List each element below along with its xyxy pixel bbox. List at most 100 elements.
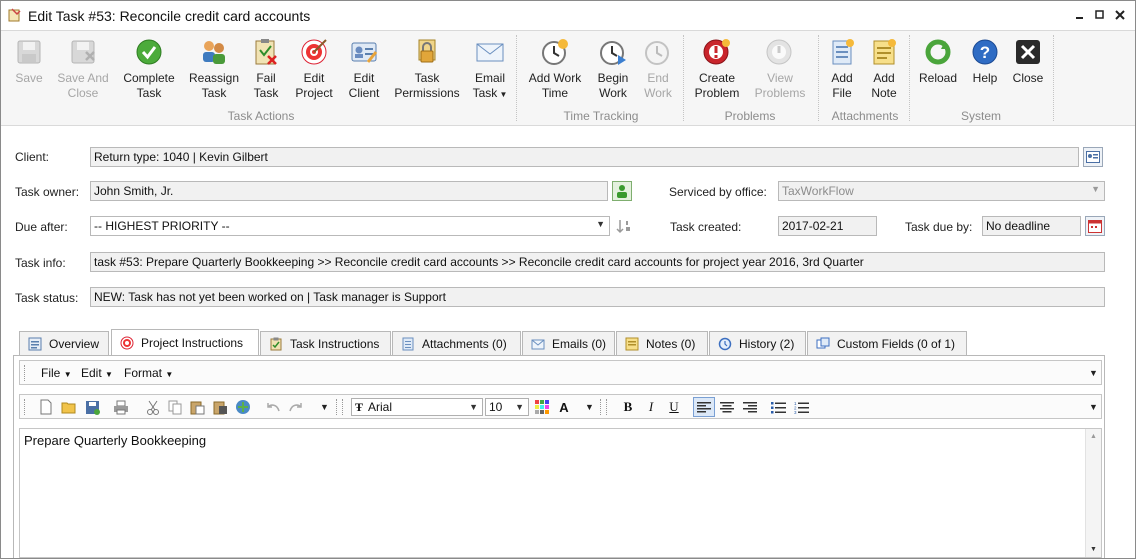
add-note-button[interactable]: Add Note — [867, 37, 901, 101]
paste-icon[interactable] — [189, 399, 205, 415]
editor-content[interactable]: Prepare Quarterly Bookkeeping — [24, 433, 206, 448]
group-separator — [683, 35, 684, 121]
due-date-picker-button[interactable] — [1085, 216, 1105, 236]
save-document-icon[interactable] — [84, 399, 100, 415]
tab-notes[interactable]: Notes (0) — [616, 331, 708, 356]
tab-attachments[interactable]: Attachments (0) — [392, 331, 521, 356]
problem-view-icon — [766, 39, 792, 65]
editor-menu-bar: File ▼ Edit ▼ Format ▼ ▼ — [19, 360, 1102, 385]
instructions-editor[interactable]: Prepare Quarterly Bookkeeping ▲ ▼ — [19, 428, 1102, 558]
chevron-down-icon[interactable]: ▼ — [585, 402, 594, 412]
reload-button[interactable]: Reload — [917, 37, 959, 86]
align-center-icon[interactable] — [719, 399, 735, 415]
font-type-icon: Ŧ — [355, 400, 364, 414]
close-button[interactable]: Close — [1010, 37, 1046, 86]
paste-special-icon[interactable] — [212, 399, 228, 415]
group-separator — [818, 35, 819, 121]
task-status-field[interactable]: NEW: Task has not yet been worked on | T… — [90, 287, 1105, 307]
target-icon — [301, 39, 327, 65]
add-file-button[interactable]: Add File — [827, 37, 857, 101]
task-due-by-field[interactable]: No deadline — [982, 216, 1081, 236]
due-after-select[interactable]: -- HIGHEST PRIORITY -- ▼ — [90, 216, 610, 236]
save-and-close-button[interactable]: Save And Close — [55, 37, 111, 101]
history-icon — [718, 337, 732, 351]
task-permissions-button[interactable]: Task Permissions — [392, 37, 462, 101]
tab-custom-fields[interactable]: Custom Fields (0 of 1) — [807, 331, 967, 356]
toolbar-grip — [24, 399, 27, 415]
italic-icon[interactable]: I — [643, 399, 659, 415]
toolbar-grip — [24, 365, 27, 381]
font-name-select[interactable]: Ŧ Arial ▼ — [351, 398, 483, 416]
undo-icon[interactable] — [265, 399, 281, 415]
align-right-icon[interactable] — [742, 399, 758, 415]
maximize-button[interactable] — [1093, 8, 1107, 22]
fail-task-button[interactable]: Fail Task — [250, 37, 282, 101]
menu-file[interactable]: File ▼ — [41, 366, 72, 380]
add-work-time-button[interactable]: Add Work Time — [525, 37, 585, 101]
tab-task-instructions[interactable]: Task Instructions — [260, 331, 391, 356]
menu-edit[interactable]: Edit ▼ — [81, 366, 113, 380]
editor-format-toolbar: ▼ Ŧ Arial ▼ 10 ▼ A ▼ B I U 123 ▼ — [19, 394, 1102, 419]
align-left-icon[interactable] — [693, 397, 715, 417]
menu-format[interactable]: Format ▼ — [124, 366, 173, 380]
tab-overview[interactable]: Overview — [19, 331, 109, 356]
due-after-label: Due after: — [15, 220, 68, 234]
open-folder-icon[interactable] — [61, 399, 77, 415]
tab-emails[interactable]: Emails (0) — [522, 331, 615, 356]
task-created-field[interactable]: 2017-02-21 — [778, 216, 877, 236]
group-label-time-tracking: Time Tracking — [563, 109, 639, 123]
sort-priority-button[interactable] — [614, 216, 634, 236]
view-problems-button[interactable]: View Problems — [753, 37, 807, 101]
overview-icon — [28, 337, 42, 351]
group-separator — [516, 35, 517, 121]
close-icon — [1016, 40, 1040, 64]
scroll-down-icon[interactable]: ▼ — [1090, 546, 1097, 553]
print-icon[interactable] — [113, 399, 129, 415]
client-field[interactable]: Return type: 1040 | Kevin Gilbert — [90, 147, 1079, 167]
bulleted-list-icon[interactable] — [770, 399, 786, 415]
serviced-by-office-select[interactable]: TaxWorkFlow ▼ — [778, 181, 1105, 201]
client-card-button[interactable] — [1083, 147, 1103, 167]
chevron-down-icon: ▼ — [515, 402, 524, 412]
toolbar-overflow-icon[interactable]: ▼ — [1089, 402, 1098, 412]
email-task-button[interactable]: Email Task ▼ — [471, 37, 509, 102]
floppy-disk-icon — [17, 40, 41, 64]
redo-icon[interactable] — [288, 399, 304, 415]
owner-lookup-button[interactable] — [612, 181, 632, 201]
group-label-attachments: Attachments — [831, 109, 899, 123]
edit-client-button[interactable]: Edit Client — [345, 37, 383, 101]
font-size-select[interactable]: 10 ▼ — [485, 398, 529, 416]
task-owner-field[interactable]: John Smith, Jr. — [90, 181, 608, 201]
task-edit-icon — [8, 8, 21, 22]
color-grid-icon[interactable] — [534, 399, 550, 415]
font-color-icon[interactable]: A — [556, 399, 572, 415]
attachments-icon — [401, 337, 415, 351]
tab-history[interactable]: History (2) — [709, 331, 806, 356]
save-button[interactable]: Save — [13, 37, 45, 86]
dropdown-arrow-icon: ▼ — [63, 370, 72, 379]
bold-icon[interactable]: B — [620, 399, 636, 415]
complete-task-button[interactable]: Complete Task — [120, 37, 178, 101]
reassign-task-button[interactable]: Reassign Task — [187, 37, 241, 101]
scroll-up-icon[interactable]: ▲ — [1090, 433, 1097, 440]
edit-project-button[interactable]: Edit Project — [292, 37, 336, 101]
new-document-icon[interactable] — [38, 399, 54, 415]
numbered-list-icon[interactable]: 123 — [793, 399, 809, 415]
copy-icon[interactable] — [167, 399, 183, 415]
cut-icon[interactable] — [145, 399, 161, 415]
create-problem-button[interactable]: Create Problem — [693, 37, 741, 101]
editor-vertical-scrollbar[interactable]: ▲ ▼ — [1085, 429, 1101, 557]
help-button[interactable]: ? Help — [969, 37, 1001, 86]
close-window-button[interactable] — [1113, 8, 1127, 22]
toolbar-overflow-icon[interactable]: ▼ — [1089, 368, 1098, 378]
task-info-field[interactable]: task #53: Prepare Quarterly Bookkeeping … — [90, 252, 1105, 272]
spell-check-icon[interactable] — [235, 399, 251, 415]
chevron-down-icon[interactable]: ▼ — [320, 402, 329, 412]
tab-project-instructions[interactable]: Project Instructions — [111, 329, 259, 356]
end-work-button[interactable]: End Work — [641, 37, 675, 101]
users-icon — [203, 41, 225, 64]
underline-icon[interactable]: U — [666, 399, 682, 415]
begin-work-button[interactable]: Begin Work — [593, 37, 633, 101]
minimize-button[interactable] — [1073, 8, 1087, 22]
maximize-icon — [1095, 10, 1104, 19]
